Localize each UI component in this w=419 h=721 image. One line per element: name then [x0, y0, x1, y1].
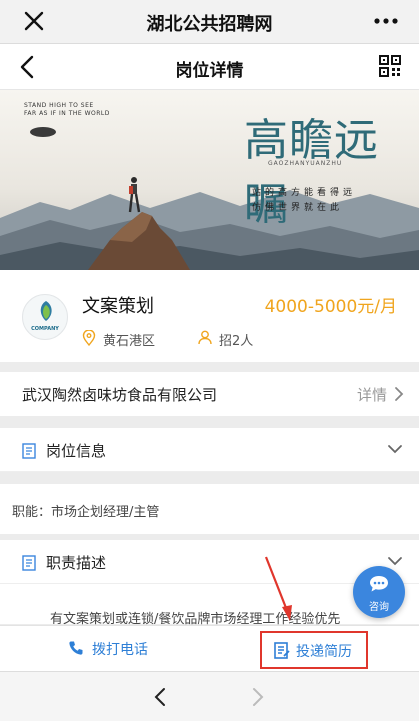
- submit-resume-label: 投递简历: [296, 644, 352, 660]
- location-pin-icon: [82, 330, 96, 346]
- chevron-down-icon: [388, 445, 402, 454]
- job-salary: 4000-5000元/月: [264, 297, 397, 317]
- position-function: 职能：市场企划经理/主管: [12, 505, 160, 520]
- action-bar: 拨打电话 投递简历: [0, 625, 419, 671]
- job-headcount: 招2人: [219, 334, 254, 349]
- section-title-position-info: 岗位信息: [46, 442, 107, 460]
- company-detail-link[interactable]: 详情: [357, 384, 387, 405]
- job-summary-card: COMPANY 文案策划 4000-5000元/月 黄石港区 招2人: [0, 270, 419, 362]
- call-phone-label: 拨打电话: [92, 642, 148, 658]
- more-icon[interactable]: [373, 9, 399, 33]
- document-icon: [22, 555, 36, 571]
- banner-slogan-line2: FAR AS IF IN THE WORLD: [24, 110, 110, 117]
- submit-resume-button[interactable]: 投递简历: [260, 631, 368, 669]
- app-header: 湖北公共招聘网: [0, 0, 419, 44]
- page-navbar: 岗位详情: [0, 44, 419, 90]
- section-title-duties: 职责描述: [46, 554, 107, 572]
- banner-pinyin: GAOZHANYUANZHU: [268, 160, 343, 167]
- phone-icon: [69, 641, 83, 655]
- qr-code-icon[interactable]: [379, 55, 401, 77]
- person-icon: [198, 330, 212, 345]
- job-location: 黄石港区: [103, 334, 156, 349]
- company-logo-icon: [40, 301, 52, 321]
- browser-toolbar: [0, 671, 419, 721]
- banner-subline1: 站的高方能看得远: [252, 188, 357, 198]
- job-banner: STAND HIGH TO SEE FAR AS IF IN THE WORLD…: [0, 90, 419, 270]
- consult-label: 咨询: [369, 602, 389, 613]
- chevron-down-icon: [388, 557, 402, 566]
- job-title: 文案策划: [82, 296, 154, 317]
- document-icon: [22, 443, 36, 459]
- company-logo: COMPANY: [22, 294, 68, 340]
- section-position-info[interactable]: 岗位信息: [0, 428, 419, 472]
- chevron-right-icon: [395, 387, 404, 401]
- browser-back-icon[interactable]: [152, 686, 168, 708]
- banner-slogan-line1: STAND HIGH TO SEE: [24, 102, 94, 109]
- company-logo-text: COMPANY: [31, 326, 59, 332]
- chat-bubble-icon: [370, 576, 388, 592]
- consult-button[interactable]: 咨询: [353, 566, 405, 618]
- position-function-row: 职能：市场企划经理/主管: [0, 484, 419, 534]
- company-row[interactable]: 武汉陶然卤味坊食品有限公司 详情: [0, 372, 419, 416]
- banner-subline2: 仿佛世界就在此: [252, 203, 344, 213]
- app-title: 湖北公共招聘网: [146, 14, 273, 35]
- resume-icon: [274, 642, 290, 659]
- browser-forward-icon[interactable]: [250, 686, 266, 708]
- page-title: 岗位详情: [175, 61, 244, 81]
- company-name: 武汉陶然卤味坊食品有限公司: [22, 386, 218, 404]
